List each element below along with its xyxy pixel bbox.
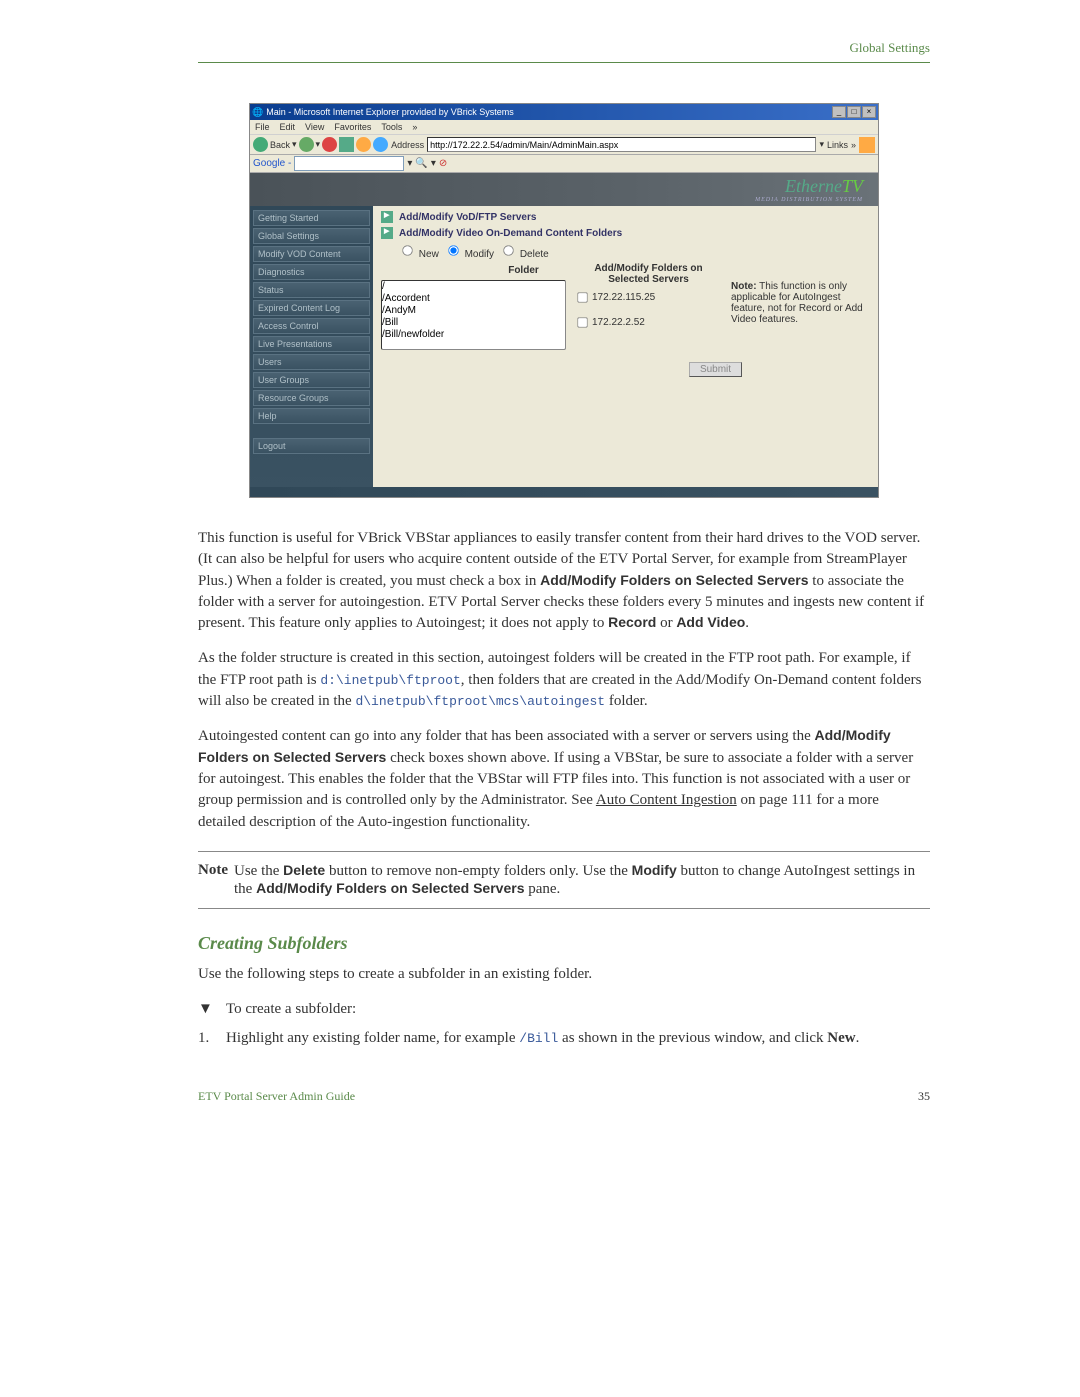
google-label[interactable]: Google - — [253, 158, 291, 169]
arrow-icon — [381, 227, 393, 239]
address-input[interactable] — [427, 137, 816, 152]
header-rule — [198, 62, 930, 63]
sidebar-item-expired-content-log[interactable]: Expired Content Log — [253, 300, 370, 316]
radio-delete[interactable]: Delete — [502, 244, 549, 260]
sidebar-item-modify-vod[interactable]: Modify VOD Content — [253, 246, 370, 262]
sidebar-item-user-groups[interactable]: User Groups — [253, 372, 370, 388]
google-search-icon[interactable]: 🔍 — [415, 158, 427, 169]
arrow-icon — [381, 211, 393, 223]
menu-view[interactable]: View — [305, 122, 324, 132]
servers-column: Add/Modify Folders on Selected Servers 1… — [576, 263, 721, 350]
ie-icon: 🌐 — [252, 107, 263, 118]
google-toolbar: Google - ▾ 🔍 ▾ ⊘ — [250, 155, 878, 173]
menu-file[interactable]: File — [255, 122, 270, 132]
step-1: 1. Highlight any existing folder name, f… — [198, 1028, 930, 1049]
links-label[interactable]: Links — [827, 140, 848, 150]
address-label: Address — [391, 140, 424, 150]
google-search-input[interactable] — [294, 156, 404, 171]
sidebar-item-resource-groups[interactable]: Resource Groups — [253, 390, 370, 406]
stop-icon[interactable] — [322, 137, 337, 152]
paragraph-2: As the folder structure is created in th… — [198, 648, 930, 712]
sidebar: Getting Started Global Settings Modify V… — [250, 206, 373, 497]
window-titlebar: 🌐 Main - Microsoft Internet Explorer pro… — [250, 104, 878, 120]
throbber-icon — [859, 137, 875, 153]
back-label[interactable]: Back — [270, 140, 290, 150]
menu-edit[interactable]: Edit — [280, 122, 296, 132]
ie-screenshot: 🌐 Main - Microsoft Internet Explorer pro… — [249, 103, 879, 498]
paragraph-3: Autoingested content can go into any fol… — [198, 726, 930, 832]
sidebar-item-live-presentations[interactable]: Live Presentations — [253, 336, 370, 352]
sidebar-item-getting-started[interactable]: Getting Started — [253, 210, 370, 226]
radio-new[interactable]: New — [401, 244, 439, 260]
sidebar-item-logout[interactable]: Logout — [253, 438, 370, 454]
sidebar-item-users[interactable]: Users — [253, 354, 370, 370]
links-more-icon[interactable]: » — [851, 140, 856, 150]
forward-icon[interactable] — [299, 137, 314, 152]
google-blocker-icon[interactable]: ⊘ — [439, 158, 447, 169]
note-block: Note Use the Delete button to remove non… — [198, 851, 930, 909]
page-header: Global Settings — [198, 40, 930, 56]
triangle-bullet-icon: ▼ — [198, 999, 212, 1020]
sidebar-item-help[interactable]: Help — [253, 408, 370, 424]
server-checkbox-2[interactable]: 172.22.2.52 — [576, 316, 721, 329]
minimize-button[interactable]: _ — [832, 106, 846, 118]
bottom-strip — [250, 487, 878, 497]
procedure-heading: ▼ To create a subfolder: — [198, 999, 930, 1020]
google-dropdown-icon[interactable]: ▾ — [407, 158, 412, 169]
search-icon[interactable] — [373, 137, 388, 152]
menu-favorites[interactable]: Favorites — [334, 122, 371, 132]
folder-listbox[interactable]: / /Accordent /AndyM /Bill /Bill/newfolde… — [381, 280, 566, 350]
google-dropdown2-icon[interactable]: ▾ — [431, 158, 436, 169]
radio-group: New Modify Delete — [381, 241, 870, 263]
menu-more-icon[interactable]: » — [412, 122, 417, 132]
main-panel: Add/Modify VoD/FTP Servers Add/Modify Vi… — [373, 206, 878, 497]
forward-dropdown-icon[interactable]: ▾ — [316, 139, 321, 150]
back-icon[interactable] — [253, 137, 268, 152]
folder-column-label: Folder — [381, 263, 566, 280]
footer-title: ETV Portal Server Admin Guide — [198, 1089, 355, 1104]
sidebar-item-status[interactable]: Status — [253, 282, 370, 298]
address-dropdown-icon[interactable]: ▾ — [819, 139, 824, 150]
expander-vod-content-folders[interactable]: Add/Modify Video On-Demand Content Folde… — [381, 225, 870, 241]
radio-modify[interactable]: Modify — [447, 244, 494, 260]
toolbar: Back ▾ ▾ Address ▾ Links » — [250, 135, 878, 155]
expander-vod-ftp[interactable]: Add/Modify VoD/FTP Servers — [381, 209, 870, 225]
sidebar-item-diagnostics[interactable]: Diagnostics — [253, 264, 370, 280]
menu-tools[interactable]: Tools — [381, 122, 402, 132]
subheading-creating-subfolders: Creating Subfolders — [198, 933, 930, 954]
banner-logo: EtherneTV MEDIA DISTRIBUTION SYSTEM — [755, 176, 863, 203]
close-button[interactable]: × — [862, 106, 876, 118]
submit-button[interactable]: Submit — [689, 362, 742, 377]
refresh-icon[interactable] — [339, 137, 354, 152]
menu-bar: File Edit View Favorites Tools » — [250, 120, 878, 135]
page-footer: ETV Portal Server Admin Guide 35 — [198, 1089, 930, 1104]
home-icon[interactable] — [356, 137, 371, 152]
subfolder-intro: Use the following steps to create a subf… — [198, 964, 930, 985]
sidebar-item-global-settings[interactable]: Global Settings — [253, 228, 370, 244]
server-checkbox-1[interactable]: 172.22.115.25 — [576, 291, 721, 304]
footer-page-number: 35 — [918, 1089, 930, 1104]
paragraph-1: This function is useful for VBrick VBSta… — [198, 528, 930, 634]
window-title: Main - Microsoft Internet Explorer provi… — [266, 107, 514, 117]
back-dropdown-icon[interactable]: ▾ — [292, 139, 297, 150]
banner: EtherneTV MEDIA DISTRIBUTION SYSTEM — [250, 173, 878, 206]
note-column: Note: This function is only applicable f… — [731, 263, 870, 350]
sidebar-item-access-control[interactable]: Access Control — [253, 318, 370, 334]
maximize-button[interactable]: □ — [847, 106, 861, 118]
